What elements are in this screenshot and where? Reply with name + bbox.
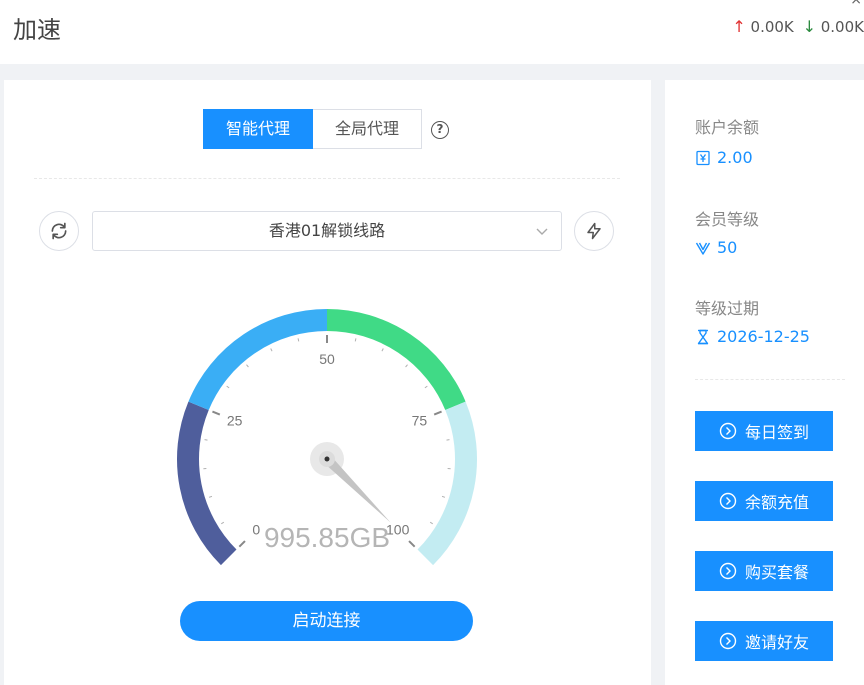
- gauge-minor-tick: [441, 495, 446, 498]
- chevron-circle-icon: [719, 562, 737, 580]
- yuan-icon: [696, 150, 710, 165]
- chevron-circle-icon: [719, 422, 737, 440]
- daily-checkin-label: 每日签到: [744, 425, 809, 442]
- gauge-tick-label: 25: [227, 413, 243, 429]
- gauge-minor-tick: [270, 348, 273, 352]
- level-label: 会员等级: [695, 210, 760, 229]
- gauge-needle: [323, 455, 391, 523]
- gauge-minor-tick: [297, 338, 300, 342]
- daily-checkin-button[interactable]: 每日签到: [695, 411, 833, 451]
- gauge-major-tick: [212, 410, 221, 416]
- gauge-major-tick: [238, 540, 246, 548]
- gauge-tick-label: 50: [319, 351, 335, 367]
- download-speed: 0.00K: [820, 18, 864, 36]
- gauge-band-2: [188, 309, 328, 411]
- expire-value-row: 2026-12-25: [695, 327, 810, 346]
- top-bar: 加速 ↑ 0.00K ↓ 0.00K ×: [0, 0, 864, 64]
- divider: [695, 379, 845, 380]
- gauge-minor-tick: [429, 521, 433, 525]
- gauge-minor-tick: [424, 385, 428, 389]
- hourglass-icon: [697, 329, 709, 344]
- gauge-hub-dot: [324, 456, 330, 462]
- recharge-label: 余额充值: [744, 495, 809, 512]
- gauge-minor-tick: [226, 385, 230, 389]
- gauge-minor-tick: [221, 521, 225, 525]
- gauge-major-tick: [408, 540, 416, 548]
- gauge-tick-label: 75: [412, 413, 428, 429]
- invite-friends-label: 邀请好友: [744, 635, 809, 652]
- gauge-minor-tick: [354, 338, 357, 342]
- gauge-band-3: [326, 309, 466, 411]
- download-arrow-icon: ↓: [802, 17, 816, 36]
- gauge-minor-tick: [208, 495, 213, 498]
- close-icon[interactable]: ×: [850, 0, 862, 8]
- gauge-band-4: [417, 401, 477, 566]
- buy-plan-label: 购买套餐: [744, 565, 809, 582]
- invite-friends-button[interactable]: 邀请好友: [695, 621, 833, 661]
- gauge-minor-tick: [246, 364, 249, 368]
- traffic-gauge: 0255075100 995.85GB: [177, 309, 477, 566]
- recharge-button[interactable]: 余额充值: [695, 481, 833, 521]
- traffic-value: 995.85GB: [264, 522, 390, 553]
- level-value: 50: [717, 238, 738, 257]
- gauge-major-tick: [433, 410, 442, 416]
- level-value-row: 50: [695, 238, 737, 257]
- gauge-minor-tick: [405, 364, 408, 368]
- expire-value: 2026-12-25: [717, 327, 810, 346]
- upload-arrow-icon: ↑: [732, 17, 746, 36]
- gauge-tick-label: 0: [252, 522, 260, 538]
- account-sidebar: 账户余额 2.00 会员等级 50 等级过期 2026-12-25 每日签到 余…: [665, 80, 864, 685]
- balance-label: 账户余额: [695, 118, 760, 137]
- page-title: 加速: [13, 16, 61, 44]
- chevron-circle-icon: [719, 632, 737, 650]
- buy-plan-button[interactable]: 购买套餐: [695, 551, 833, 591]
- network-speed: ↑ 0.00K ↓ 0.00K: [732, 17, 864, 36]
- chevron-circle-icon: [719, 492, 737, 510]
- expire-label: 等级过期: [695, 299, 760, 318]
- gauge-band-1: [177, 401, 237, 566]
- gauge-minor-tick: [381, 348, 384, 352]
- vip-badge-icon: [695, 242, 711, 255]
- accelerator-panel: 智能代理 全局代理 ? 香港01解锁线路 0 25 50 75 100 995.85GB…: [4, 80, 651, 685]
- balance-value-row: 2.00: [695, 148, 753, 167]
- upload-speed: 0.00K: [750, 18, 794, 36]
- start-connect-button[interactable]: 启动连接: [180, 601, 473, 641]
- balance-value: 2.00: [717, 148, 753, 167]
